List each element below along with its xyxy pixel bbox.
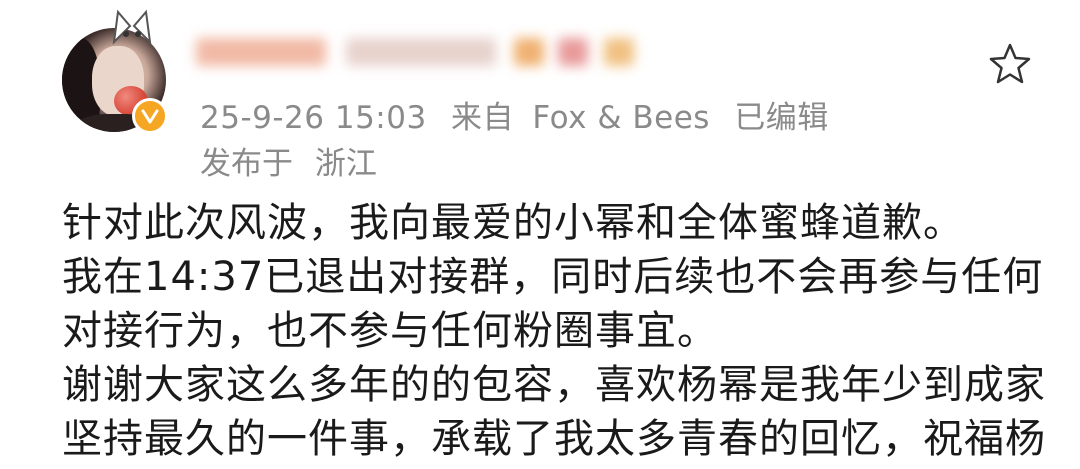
location-value: 浙江 xyxy=(314,146,377,182)
location-prefix: 发布于 xyxy=(200,146,293,182)
post-body-line: 针对此次风波，我向最爱的小幂和全体蜜蜂道歉。 xyxy=(62,200,964,246)
post-body-line: 谢谢大家这么多年的的包容，喜欢杨幂是我年少到成家 xyxy=(62,362,1046,408)
post-body-line: 对接行为，也不参与任何粉圈事宜。 xyxy=(62,308,718,354)
weibo-post-card: 25-9-26 15:03 来自 Fox & Bees 已编辑 发布于 浙江 针… xyxy=(0,0,1080,469)
star-outline-icon[interactable] xyxy=(986,40,1034,88)
verified-badge-icon xyxy=(132,98,168,134)
edited-label[interactable]: 已编辑 xyxy=(734,100,829,136)
post-body-line: 我在14:37已退出对接群，同时后续也不会再参与任何 xyxy=(62,254,1044,300)
source-prefix: 来自 xyxy=(451,100,515,136)
post-body-text: 针对此次风波，我向最爱的小幂和全体蜜蜂道歉。 我在14:37已退出对接群，同时后… xyxy=(62,196,1062,466)
post-body-line: 坚持最久的一件事，承载了我太多青春的回忆，祝福杨 xyxy=(62,416,1046,462)
cat-ears-decoration-icon xyxy=(112,9,152,45)
post-timestamp: 25-9-26 15:03 xyxy=(200,100,427,136)
source-app-link[interactable]: Fox & Bees xyxy=(532,100,710,136)
post-meta: 25-9-26 15:03 来自 Fox & Bees 已编辑 xyxy=(200,92,843,137)
username-blurred[interactable] xyxy=(196,30,636,76)
post-location: 发布于 浙江 xyxy=(200,138,389,183)
